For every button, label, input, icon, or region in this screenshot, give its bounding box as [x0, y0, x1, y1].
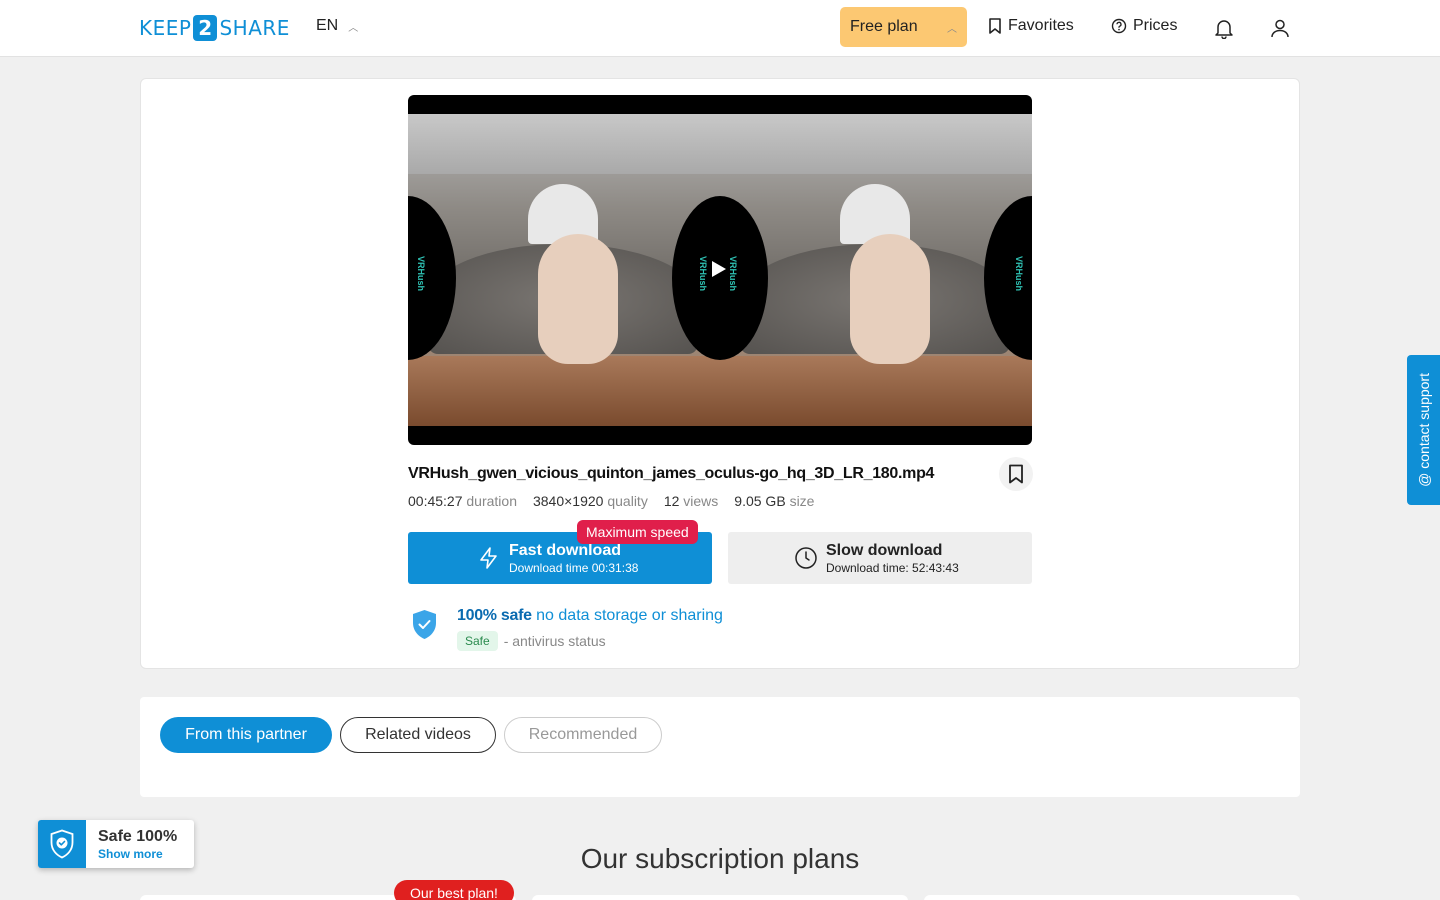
logo-two: 2 [193, 15, 218, 41]
favorites-link[interactable]: Favorites [988, 17, 1074, 35]
plan-dropdown-button[interactable]: Free plan ︿ [840, 7, 967, 47]
account-button[interactable] [1266, 14, 1294, 42]
slow-download-title: Slow download [826, 541, 943, 559]
play-icon[interactable] [712, 261, 726, 277]
duration-info: 00:45:27 duration [408, 493, 517, 509]
safety-statement: 100% safe no data storage or sharing [457, 607, 723, 625]
show-more-link[interactable]: Show more [98, 847, 177, 861]
maximum-speed-badge: Maximum speed [577, 520, 698, 544]
chevron-up-icon: ︿ [947, 23, 957, 35]
tab-recommended[interactable]: Recommended [504, 717, 662, 753]
add-favorite-button[interactable] [999, 457, 1033, 491]
logo-keep: KEEP [139, 16, 192, 40]
bookmark-icon [1009, 464, 1023, 484]
clock-icon [795, 547, 817, 569]
vr-mask-center: VRHush VRHush [672, 196, 768, 360]
views-info: 12 views [663, 493, 719, 509]
favorites-label: Favorites [1008, 17, 1074, 34]
plan-card[interactable] [532, 895, 908, 900]
tab-related-videos[interactable]: Related videos [340, 717, 496, 753]
bell-icon [1215, 20, 1233, 39]
safe-widget[interactable]: Safe 100% Show more [38, 820, 194, 868]
shield-icon [38, 820, 86, 868]
antivirus-status-label: - antivirus status [503, 633, 606, 649]
plan-label: Free plan [850, 18, 918, 35]
antivirus-status: Safe - antivirus status [457, 631, 606, 651]
tab-from-this-partner[interactable]: From this partner [160, 717, 332, 753]
safe-widget-title: Safe 100% [98, 828, 178, 845]
plan-card[interactable] [924, 895, 1300, 900]
safe-status-chip: Safe [457, 631, 498, 651]
prices-label: Prices [1133, 17, 1178, 34]
quality-info: 3840×1920 quality [532, 493, 648, 509]
user-icon [1271, 19, 1289, 38]
at-icon: @ [1415, 468, 1432, 487]
chevron-up-icon: ︿ [348, 22, 359, 34]
safety-bold: 100% safe [457, 607, 532, 624]
contact-support-label: @ contact support [1415, 373, 1432, 487]
slow-download-time: Download time: 52:43:43 [826, 560, 959, 575]
best-plan-badge: Our best plan! [394, 880, 514, 900]
contact-support-button[interactable]: @ contact support [1407, 355, 1440, 505]
logo-share: SHARE [219, 16, 290, 40]
safety-rest: no data storage or sharing [536, 607, 723, 624]
notifications-button[interactable] [1210, 14, 1238, 42]
file-name: VRHush_gwen_vicious_quinton_james_oculus… [408, 465, 935, 482]
fast-download-time: Download time 00:31:38 [509, 560, 639, 575]
language-label: EN [316, 17, 339, 34]
shield-check-icon [413, 610, 436, 639]
language-selector[interactable]: EN ︿ [316, 17, 358, 35]
file-meta: 00:45:27 duration 3840×1920 quality 12 v… [408, 493, 814, 509]
subscription-plans-title: Our subscription plans [580, 843, 860, 874]
lightning-icon [480, 547, 497, 569]
help-circle-icon [1111, 18, 1127, 34]
fast-download-title: Fast download [509, 541, 621, 559]
top-header: KEEP 2 SHARE EN ︿ Free plan ︿ Favorites … [0, 0, 1440, 57]
site-logo[interactable]: KEEP 2 SHARE [139, 14, 290, 42]
size-info: 9.05 GB size [734, 493, 815, 509]
bookmark-icon [989, 18, 1001, 34]
prices-link[interactable]: Prices [1111, 17, 1177, 35]
slow-download-button[interactable]: Slow download Download time: 52:43:43 [728, 532, 1032, 584]
